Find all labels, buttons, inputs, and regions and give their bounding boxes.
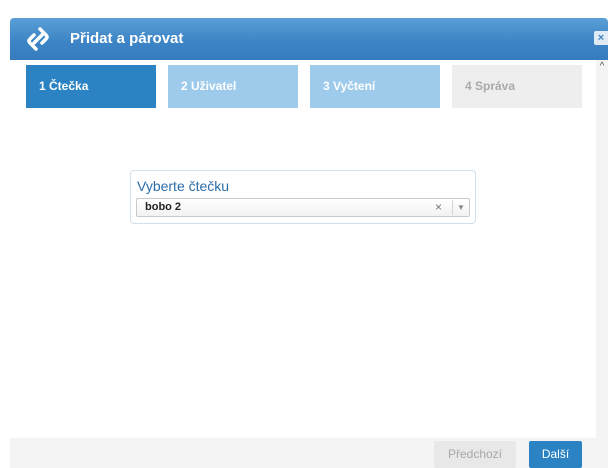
dialog-content: 1 Čtečka 2 Uživatel 3 Vyčtení 4 Správa V… [10, 60, 596, 438]
add-and-pair-dialog: Přidat a párovat × 1 Čtečka 2 Uživatel 3… [10, 18, 608, 468]
chevron-down-icon[interactable]: ▼ [457, 202, 465, 214]
link-icon [23, 24, 53, 54]
reader-select[interactable]: bobo 2 × ▼ [136, 198, 470, 217]
previous-button[interactable]: Předchozí [434, 441, 516, 468]
dialog-titlebar: Přidat a párovat × [10, 18, 608, 60]
next-button[interactable]: Další [529, 441, 582, 468]
reader-select-label: Vyberte čtečku [137, 178, 230, 194]
scroll-up-icon[interactable]: ^ [596, 60, 608, 72]
reader-select-panel: Vyberte čtečku bobo 2 × ▼ [130, 170, 476, 224]
step-readout[interactable]: 3 Vyčtení [310, 65, 440, 108]
step-management: 4 Správa [452, 65, 582, 108]
dialog-title: Přidat a párovat [70, 30, 184, 47]
close-button[interactable]: × [594, 31, 608, 45]
clear-icon[interactable]: × [435, 200, 442, 215]
dialog-footer: Předchozí Další [10, 438, 608, 468]
vertical-scrollbar[interactable]: ^ [596, 60, 608, 438]
step-reader[interactable]: 1 Čtečka [26, 65, 156, 108]
select-divider [452, 200, 453, 215]
step-user[interactable]: 2 Uživatel [168, 65, 298, 108]
reader-select-value: bobo 2 [145, 201, 182, 213]
